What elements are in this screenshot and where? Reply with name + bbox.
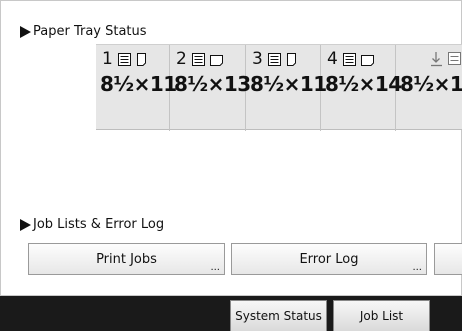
- tray-paper-size: 8½×11: [400, 72, 462, 96]
- job-lists-label: Job Lists & Error Log: [33, 217, 165, 232]
- triangle-bullet-icon: [20, 218, 31, 231]
- tray-4: 4 8½×14: [321, 45, 402, 131]
- tray-3: 3 8½×11: [246, 45, 327, 131]
- paper-stack-icon: [192, 53, 223, 66]
- paper-tray-status-label: Paper Tray Status: [33, 24, 147, 39]
- tray-paper-size: 8½×14: [325, 72, 402, 96]
- triangle-bullet-icon: [20, 25, 31, 38]
- system-status-label: System Status: [235, 309, 322, 323]
- status-panel: Paper Tray Status 1 8½×11 2 8½×13 3 8½×1…: [0, 0, 462, 296]
- tray-bypass: 8½×11: [396, 45, 462, 131]
- paper-stack-icon: [118, 53, 146, 66]
- tray-number: 3: [252, 49, 263, 69]
- print-jobs-button-label: Print Jobs: [96, 251, 157, 267]
- job-list-tab[interactable]: Job List: [333, 300, 430, 331]
- tray-number: 1: [102, 49, 113, 69]
- paper-stack-icon: [268, 53, 296, 66]
- paper-tray-status-heading: Paper Tray Status: [20, 24, 147, 39]
- tray-number: 2: [176, 49, 187, 69]
- partial-button[interactable]: [434, 243, 462, 275]
- print-jobs-button[interactable]: Print Jobs ...: [28, 243, 225, 275]
- paper-stack-icon: [343, 53, 374, 66]
- more-options-icon: ...: [412, 262, 422, 273]
- error-log-button-label: Error Log: [299, 251, 359, 267]
- system-status-tab[interactable]: System Status: [230, 300, 327, 331]
- tray-paper-size: 8½×11: [100, 72, 177, 96]
- tray-paper-size: 8½×11: [250, 72, 327, 96]
- tray-list: 1 8½×11 2 8½×13 3 8½×11 4 8½×14 8½×1: [96, 44, 462, 131]
- tray-paper-size: 8½×13: [174, 72, 251, 96]
- tray-1: 1 8½×11: [96, 45, 177, 131]
- bypass-tray-icon: [431, 52, 461, 67]
- tray-number: 4: [327, 49, 338, 69]
- more-options-icon: ...: [210, 262, 220, 273]
- tray-2: 2 8½×13: [170, 45, 251, 131]
- job-lists-heading: Job Lists & Error Log: [20, 217, 164, 232]
- job-list-label: Job List: [359, 309, 404, 323]
- error-log-button[interactable]: Error Log ...: [231, 243, 427, 275]
